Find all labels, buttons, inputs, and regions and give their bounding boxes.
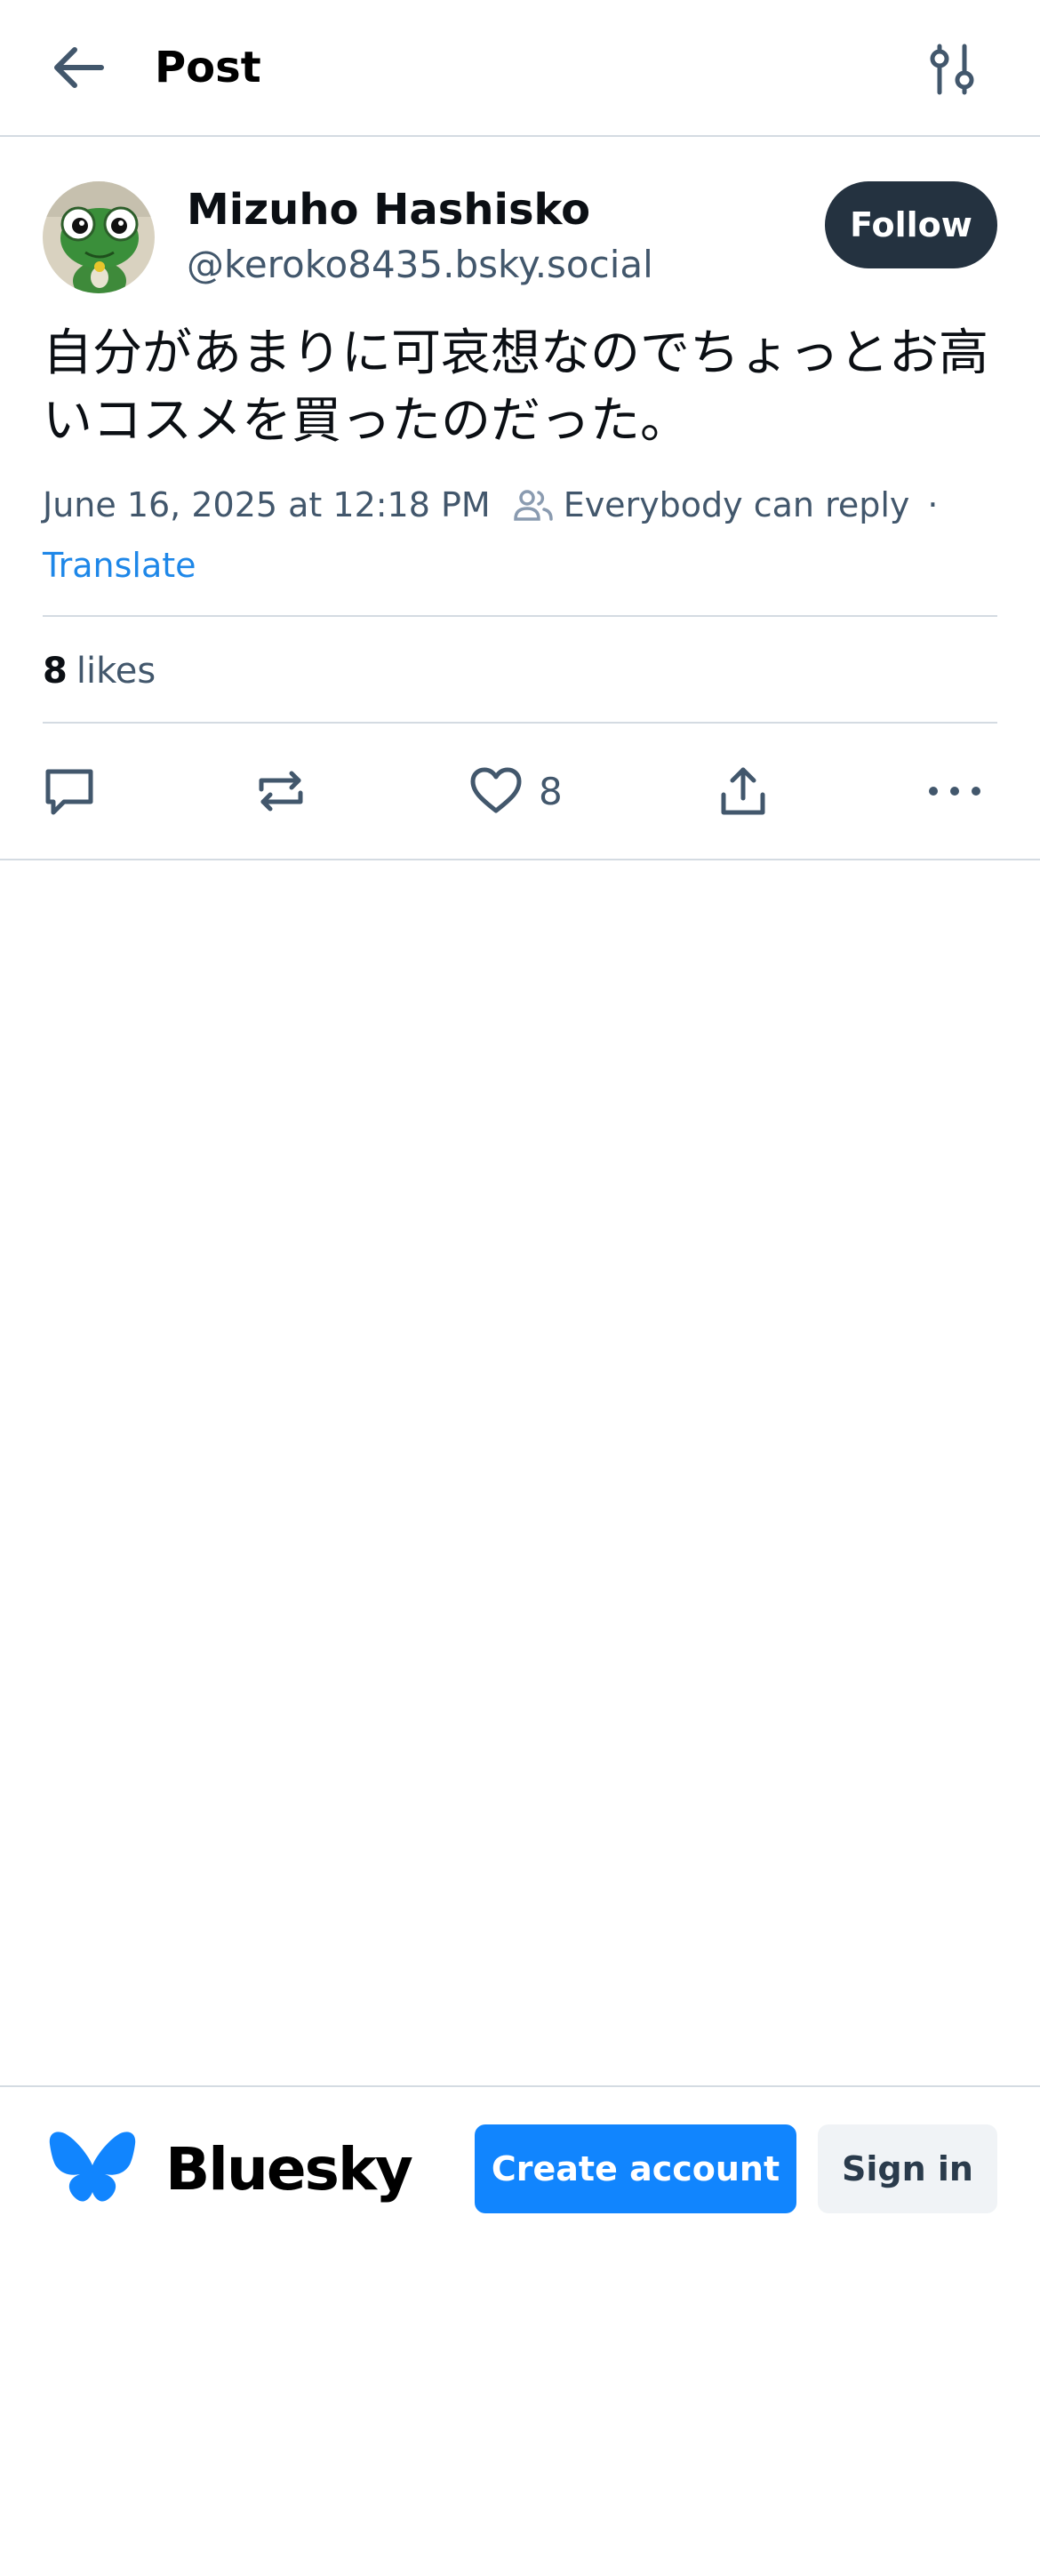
heart-icon xyxy=(470,767,522,813)
more-options-button[interactable] xyxy=(924,752,987,830)
reply-button[interactable] xyxy=(41,752,98,830)
author-name[interactable]: Mizuho Hashisko xyxy=(187,181,590,238)
back-button[interactable] xyxy=(44,39,116,96)
page-title: Post xyxy=(155,43,261,92)
divider xyxy=(43,615,997,617)
share-icon xyxy=(721,767,765,815)
meta-separator: · xyxy=(927,485,939,524)
bluesky-logo xyxy=(48,2130,137,2208)
repost-button[interactable] xyxy=(252,752,309,830)
follow-button[interactable]: Follow xyxy=(825,181,997,268)
post-timestamp[interactable]: June 16, 2025 at 12:18 PM xyxy=(43,485,491,524)
more-dots-icon xyxy=(929,787,980,796)
sliders-icon xyxy=(930,44,974,95)
thread-settings-button[interactable] xyxy=(919,39,985,100)
top-bar: Post xyxy=(0,0,1040,137)
brand-wordmark: Bluesky xyxy=(165,2135,413,2204)
people-icon xyxy=(513,490,553,521)
likes-label: likes xyxy=(76,651,156,692)
arrow-left-icon xyxy=(54,47,104,88)
like-count: 8 xyxy=(539,769,563,813)
avatar[interactable] xyxy=(43,181,155,293)
post-bottom-border xyxy=(0,859,1040,860)
divider xyxy=(43,722,997,724)
post-text: 自分があまりに可哀想なのでちょっとお高いコスメを買ったのだった。 xyxy=(43,324,988,450)
translate-link[interactable]: Translate xyxy=(43,539,196,592)
frog-avatar xyxy=(43,181,155,293)
create-account-button[interactable]: Create account xyxy=(475,2124,796,2213)
comment-icon xyxy=(45,769,93,815)
likes-row[interactable]: 8 likes xyxy=(43,640,156,702)
share-button[interactable] xyxy=(715,752,772,830)
butterfly-logo-icon xyxy=(49,2132,136,2202)
repost-icon xyxy=(259,771,303,812)
sign-in-button[interactable]: Sign in xyxy=(818,2124,997,2213)
reply-setting-label[interactable]: Everybody can reply xyxy=(564,485,910,524)
banner-top-border xyxy=(0,2085,1040,2087)
post-meta: June 16, 2025 at 12:18 PM Everybody can … xyxy=(43,476,1003,533)
likes-count: 8 xyxy=(43,651,68,692)
like-button[interactable]: 8 xyxy=(468,752,563,830)
author-handle[interactable]: @keroko8435.bsky.social xyxy=(187,238,653,292)
